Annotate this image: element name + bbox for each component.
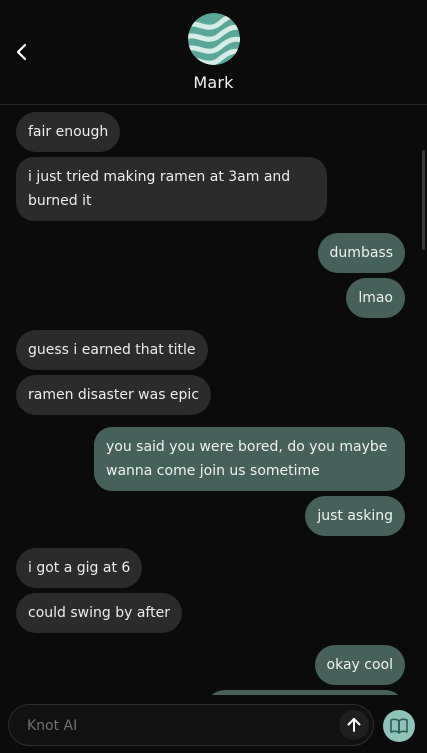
message-bubble-incoming: guess i earned that title [16,330,208,370]
message-bubble-outgoing: just asking [305,496,405,536]
message-bubble-incoming: fair enough [16,112,121,152]
chevron-left-icon [16,43,27,61]
avatar[interactable] [188,13,240,65]
message-bubble-outgoing: okay cool [314,645,405,685]
scrollbar[interactable] [422,150,425,250]
message-list: fair enough i just tried making ramen at… [0,105,427,695]
message-bubble-outgoing: you said you were bored, do you maybe wa… [94,427,405,491]
message-bubble-incoming: i just tried making ramen at 3am and bur… [16,157,327,221]
message-bubble-outgoing: lmao [346,278,405,318]
chat-header: Mark [0,0,427,105]
message-bubble-incoming: ramen disaster was epic [16,375,212,415]
send-button[interactable] [339,710,369,740]
back-button[interactable] [8,38,36,66]
message-input[interactable] [25,714,329,738]
contact-name: Mark [193,73,234,92]
book-icon [390,718,408,734]
arrow-up-icon [347,718,361,732]
message-bubble-outgoing: dumbass [317,233,405,273]
book-button[interactable] [383,710,415,742]
message-composer [8,704,374,746]
message-bubble-partial [205,690,405,695]
message-bubble-incoming: could swing by after [16,593,182,633]
chat-screen: Mark fair enough i just tried making ram… [0,0,427,753]
message-bubble-incoming: i got a gig at 6 [16,548,143,588]
